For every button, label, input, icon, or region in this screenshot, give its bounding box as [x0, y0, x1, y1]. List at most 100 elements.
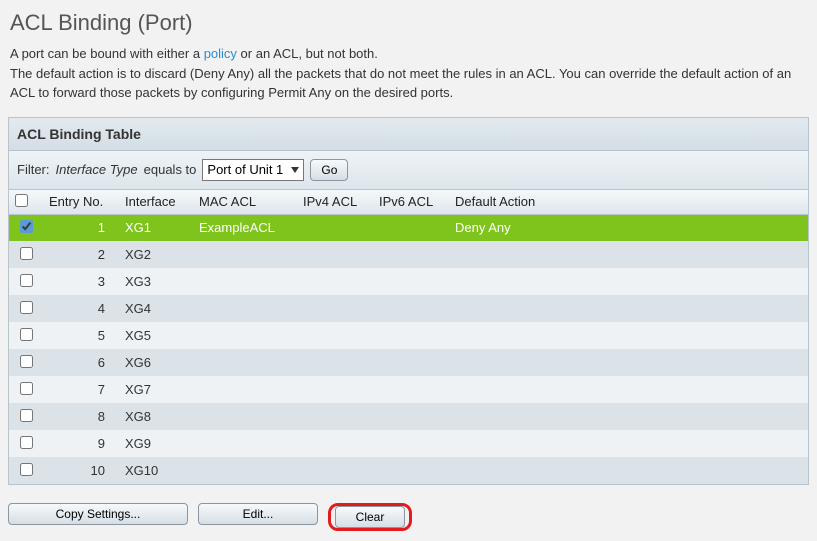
- edit-button[interactable]: Edit...: [198, 503, 318, 525]
- chevron-down-icon: [291, 167, 299, 173]
- row-checkbox[interactable]: [20, 355, 33, 368]
- cell-ipv4-acl: [297, 349, 373, 376]
- row-checkbox-cell: [9, 268, 43, 295]
- cell-ipv4-acl: [297, 403, 373, 430]
- cell-ipv4-acl: [297, 322, 373, 349]
- cell-entry-no: 3: [43, 268, 119, 295]
- acl-binding-panel: ACL Binding Table Filter: Interface Type…: [8, 117, 809, 486]
- cell-mac-acl: [193, 268, 297, 295]
- table-row[interactable]: 5XG5: [9, 322, 808, 349]
- row-checkbox[interactable]: [20, 220, 33, 233]
- row-checkbox-cell: [9, 214, 43, 241]
- cell-default-action: [449, 322, 808, 349]
- interface-type-select[interactable]: Port of Unit 1: [202, 159, 304, 181]
- desc-text-3: The default action is to discard (Deny A…: [10, 66, 791, 101]
- cell-ipv4-acl: [297, 295, 373, 322]
- row-checkbox[interactable]: [20, 382, 33, 395]
- cell-mac-acl: [193, 376, 297, 403]
- cell-mac-acl: [193, 241, 297, 268]
- interface-type-dropdown[interactable]: Port of Unit 1: [207, 162, 285, 177]
- desc-text-1: A port can be bound with either a: [10, 46, 204, 61]
- cell-interface: XG6: [119, 349, 193, 376]
- cell-ipv6-acl: [373, 214, 449, 241]
- filter-label: Filter:: [17, 162, 50, 177]
- row-checkbox-cell: [9, 376, 43, 403]
- clear-button[interactable]: Clear: [335, 506, 405, 528]
- row-checkbox-cell: [9, 403, 43, 430]
- table-row[interactable]: 9XG9: [9, 430, 808, 457]
- page-title: ACL Binding (Port): [0, 0, 817, 44]
- cell-entry-no: 6: [43, 349, 119, 376]
- acl-binding-table: Entry No. Interface MAC ACL IPv4 ACL IPv…: [9, 190, 808, 485]
- cell-interface: XG7: [119, 376, 193, 403]
- row-checkbox-cell: [9, 349, 43, 376]
- clear-highlight: Clear: [328, 503, 412, 531]
- cell-interface: XG8: [119, 403, 193, 430]
- header-checkbox-cell: [9, 190, 43, 215]
- cell-default-action: [449, 430, 808, 457]
- header-default-action: Default Action: [449, 190, 808, 215]
- row-checkbox[interactable]: [20, 247, 33, 260]
- cell-default-action: [449, 349, 808, 376]
- cell-ipv6-acl: [373, 349, 449, 376]
- cell-entry-no: 1: [43, 214, 119, 241]
- cell-entry-no: 9: [43, 430, 119, 457]
- cell-mac-acl: [193, 403, 297, 430]
- table-row[interactable]: 3XG3: [9, 268, 808, 295]
- table-row[interactable]: 8XG8: [9, 403, 808, 430]
- row-checkbox[interactable]: [20, 328, 33, 341]
- table-row[interactable]: 6XG6: [9, 349, 808, 376]
- row-checkbox[interactable]: [20, 409, 33, 422]
- cell-default-action: [449, 295, 808, 322]
- table-row[interactable]: 7XG7: [9, 376, 808, 403]
- copy-settings-button[interactable]: Copy Settings...: [8, 503, 188, 525]
- row-checkbox-cell: [9, 295, 43, 322]
- cell-interface: XG1: [119, 214, 193, 241]
- cell-ipv6-acl: [373, 430, 449, 457]
- cell-ipv6-acl: [373, 403, 449, 430]
- cell-default-action: [449, 376, 808, 403]
- cell-default-action: [449, 403, 808, 430]
- cell-ipv4-acl: [297, 241, 373, 268]
- cell-entry-no: 7: [43, 376, 119, 403]
- cell-entry-no: 2: [43, 241, 119, 268]
- row-checkbox[interactable]: [20, 436, 33, 449]
- row-checkbox[interactable]: [20, 301, 33, 314]
- select-all-checkbox[interactable]: [15, 194, 28, 207]
- cell-ipv6-acl: [373, 376, 449, 403]
- desc-text-2: or an ACL, but not both.: [237, 46, 378, 61]
- header-interface: Interface: [119, 190, 193, 215]
- cell-ipv4-acl: [297, 376, 373, 403]
- row-checkbox[interactable]: [20, 463, 33, 476]
- row-checkbox-cell: [9, 322, 43, 349]
- cell-interface: XG10: [119, 457, 193, 484]
- table-row[interactable]: 2XG2: [9, 241, 808, 268]
- cell-mac-acl: [193, 322, 297, 349]
- table-row[interactable]: 1XG1ExampleACL Deny Any: [9, 214, 808, 241]
- row-checkbox-cell: [9, 457, 43, 484]
- cell-interface: XG2: [119, 241, 193, 268]
- page-description: A port can be bound with either a policy…: [0, 44, 817, 117]
- row-checkbox[interactable]: [20, 274, 33, 287]
- filter-equals: equals to: [144, 162, 197, 177]
- cell-mac-acl: [193, 349, 297, 376]
- cell-ipv4-acl: [297, 214, 373, 241]
- cell-interface: XG4: [119, 295, 193, 322]
- cell-interface: XG9: [119, 430, 193, 457]
- go-button[interactable]: Go: [310, 159, 348, 181]
- cell-ipv4-acl: [297, 268, 373, 295]
- button-bar: Copy Settings... Edit... Clear: [0, 495, 817, 541]
- header-entry: Entry No.: [43, 190, 119, 215]
- cell-mac-acl: ExampleACL: [193, 214, 297, 241]
- table-row[interactable]: 4XG4: [9, 295, 808, 322]
- table-row[interactable]: 10XG10: [9, 457, 808, 484]
- row-checkbox-cell: [9, 430, 43, 457]
- cell-mac-acl: [193, 295, 297, 322]
- cell-entry-no: 10: [43, 457, 119, 484]
- cell-interface: XG5: [119, 322, 193, 349]
- row-checkbox-cell: [9, 241, 43, 268]
- panel-title: ACL Binding Table: [9, 118, 808, 151]
- policy-link[interactable]: policy: [204, 46, 237, 61]
- cell-default-action: [449, 241, 808, 268]
- cell-default-action: Deny Any: [449, 214, 808, 241]
